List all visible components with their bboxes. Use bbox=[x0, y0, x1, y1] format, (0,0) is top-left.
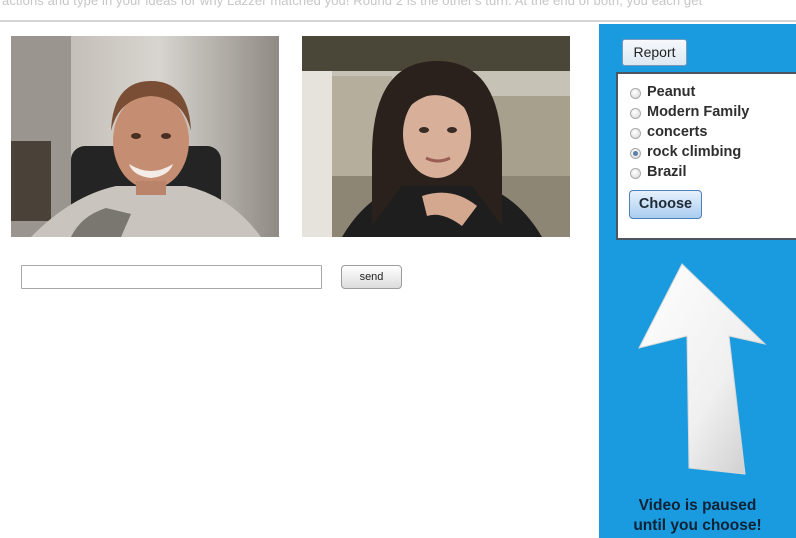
choose-button[interactable]: Choose bbox=[629, 190, 702, 219]
choice-panel: Report Peanut Modern Family concerts roc… bbox=[599, 24, 796, 538]
instructions-banner: actions and type in your ideas for why L… bbox=[0, 0, 796, 22]
radio-rock-climbing[interactable] bbox=[630, 148, 641, 159]
chat-input[interactable] bbox=[21, 265, 322, 289]
options-box: Peanut Modern Family concerts rock climb… bbox=[616, 72, 796, 240]
option-label: concerts bbox=[647, 124, 708, 140]
radio-brazil[interactable] bbox=[630, 168, 641, 179]
paused-line-2: until you choose! bbox=[633, 517, 762, 534]
user-video bbox=[11, 36, 279, 237]
option-label: rock climbing bbox=[647, 144, 742, 160]
user-video-frame bbox=[11, 36, 279, 237]
option-modern-family[interactable]: Modern Family bbox=[630, 102, 749, 122]
option-label: Brazil bbox=[647, 164, 687, 180]
radio-peanut[interactable] bbox=[630, 88, 641, 99]
radio-modern-family[interactable] bbox=[630, 108, 641, 119]
instructions-text: actions and type in your ideas for why L… bbox=[2, 0, 703, 8]
partner-video bbox=[302, 36, 570, 237]
option-brazil[interactable]: Brazil bbox=[630, 162, 687, 182]
radio-concerts[interactable] bbox=[630, 128, 641, 139]
partner-video-frame bbox=[302, 36, 570, 237]
send-button[interactable]: send bbox=[341, 265, 402, 289]
option-peanut[interactable]: Peanut bbox=[630, 82, 695, 102]
up-arrow-icon bbox=[638, 263, 767, 475]
option-rock-climbing[interactable]: rock climbing bbox=[630, 142, 741, 162]
option-label: Peanut bbox=[647, 84, 696, 100]
option-label: Modern Family bbox=[647, 104, 750, 120]
report-button[interactable]: Report bbox=[622, 39, 687, 66]
paused-line-1: Video is paused bbox=[638, 497, 757, 514]
option-concerts[interactable]: concerts bbox=[630, 122, 707, 142]
paused-message: Video is paused until you choose! bbox=[599, 496, 796, 536]
